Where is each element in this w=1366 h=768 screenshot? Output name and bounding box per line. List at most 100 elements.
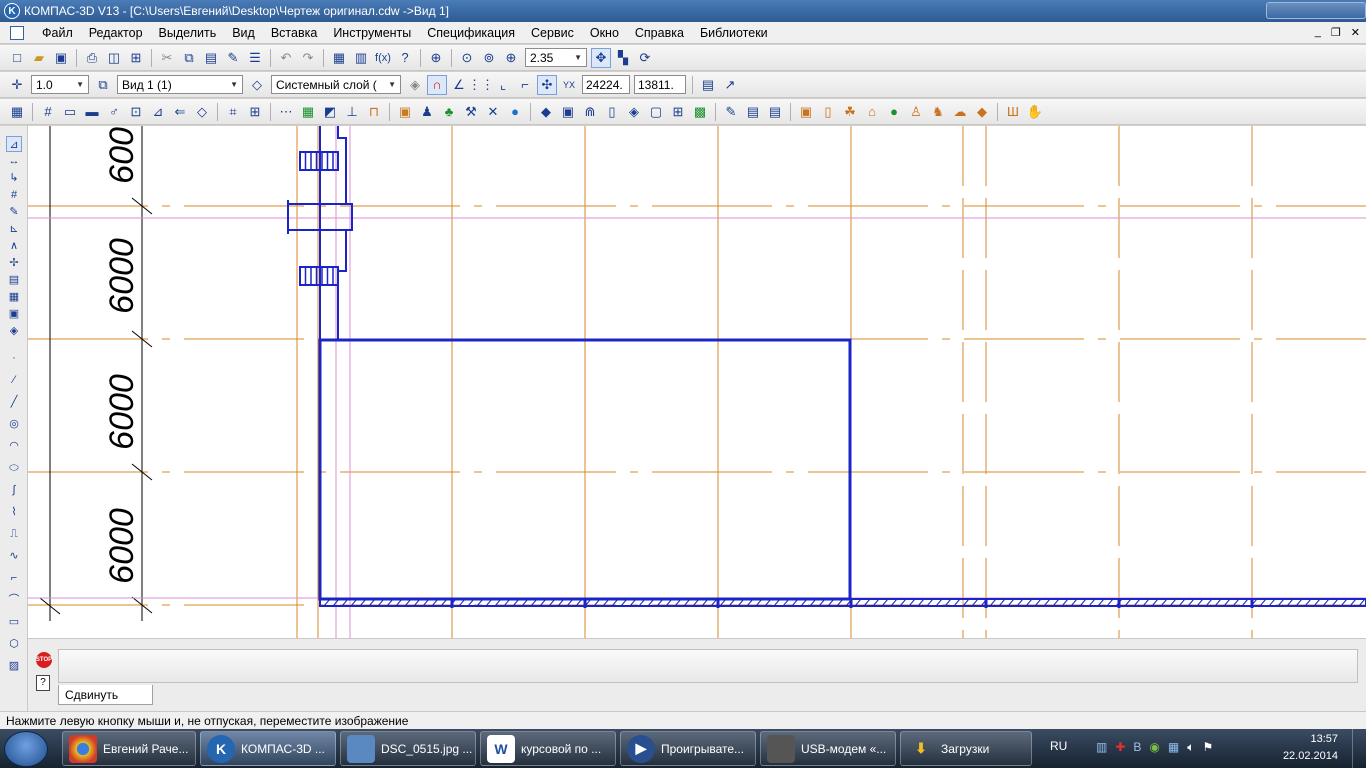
doc2-icon[interactable]: ▤ <box>765 102 785 122</box>
document-icon[interactable] <box>10 25 24 40</box>
param-tool-icon[interactable]: ⊾ <box>6 221 22 237</box>
layer-icon[interactable]: ◇ <box>247 75 267 95</box>
local-cs-icon[interactable]: ⌞ <box>493 75 513 95</box>
hatch-icon[interactable]: ▦ <box>7 102 27 122</box>
arrow-left-icon[interactable]: ⇐ <box>170 102 190 122</box>
spreadsheet-icon[interactable]: ▦ <box>298 102 318 122</box>
dimensions-icon[interactable]: ↔ <box>6 153 22 169</box>
doc-icon[interactable]: ▤ <box>743 102 763 122</box>
marker-icon[interactable]: ⊥ <box>342 102 362 122</box>
menu-editor[interactable]: Редактор <box>81 26 151 40</box>
parameters-icon[interactable]: ▤ <box>698 75 718 95</box>
paste-icon[interactable]: ▤ <box>201 48 221 68</box>
grid-icon[interactable]: ⋮⋮ <box>468 75 494 95</box>
fence-icon[interactable]: ⊓ <box>364 102 384 122</box>
antivirus-icon[interactable]: ✚ <box>1115 740 1125 755</box>
pipe-icon[interactable]: ⋯ <box>276 102 296 122</box>
help-pointer-icon[interactable]: ? <box>395 48 415 68</box>
nvidia-icon[interactable]: ◉ <box>1149 740 1159 755</box>
column-icon[interactable]: ⊡ <box>126 102 146 122</box>
house-icon[interactable]: ⌂ <box>862 102 882 122</box>
drawing-canvas[interactable]: 6000 6000 6000 6000 <box>28 126 1366 638</box>
snap-angle-icon[interactable]: ∠ <box>449 75 469 95</box>
properties-icon[interactable]: ☰ <box>245 48 265 68</box>
tools-icon[interactable]: ⚒ <box>461 102 481 122</box>
drawing-svg[interactable]: 6000 6000 6000 6000 <box>28 126 1366 638</box>
menu-window[interactable]: Окно <box>582 26 627 40</box>
manager-icon[interactable]: ⊞ <box>126 48 146 68</box>
redo-icon[interactable]: ↷ <box>298 48 318 68</box>
menu-file[interactable]: Файл <box>34 26 81 40</box>
segment-icon[interactable]: ╱ <box>6 394 22 410</box>
furniture-icon[interactable]: ▣ <box>796 102 816 122</box>
print-icon[interactable]: ⎙ <box>82 48 102 68</box>
zoom-all-icon[interactable]: ⊕ <box>426 48 446 68</box>
menu-insert[interactable]: Вставка <box>263 26 325 40</box>
save-icon[interactable]: ▣ <box>51 48 71 68</box>
snap-magnet-icon[interactable]: ∩ <box>427 74 447 95</box>
rectangle-icon[interactable]: ▭ <box>6 614 22 630</box>
format-brush-icon[interactable]: ✎ <box>223 48 243 68</box>
chamfer-icon[interactable]: ⌐ <box>6 570 22 586</box>
zoom-window-icon[interactable]: ⊙ <box>457 48 477 68</box>
pencil-icon[interactable]: ✎ <box>721 102 741 122</box>
start-button[interactable] <box>4 731 48 767</box>
zoom-in-icon[interactable]: ⊕ <box>501 48 521 68</box>
view-3d-icon[interactable]: ◆ <box>536 102 556 122</box>
image-lib-icon[interactable]: ▩ <box>690 102 710 122</box>
ellipse-icon[interactable]: ⬭ <box>6 460 22 476</box>
geometry-icon[interactable]: ⊿ <box>6 136 22 152</box>
mdi-restore-button[interactable]: ❐ <box>1331 26 1341 39</box>
network-icon[interactable]: ▥ <box>1096 740 1107 755</box>
edit-tool-icon[interactable]: ✎ <box>6 204 22 220</box>
clock-date[interactable]: 22.02.2014 <box>1283 750 1338 762</box>
ortho-icon[interactable]: ⌐ <box>515 75 535 95</box>
room-icon[interactable]: ⌗ <box>223 102 243 122</box>
animal-icon[interactable]: ♞ <box>928 102 948 122</box>
layer-combo[interactable]: Системный слой (▼ <box>271 75 401 94</box>
box-plus-icon[interactable]: ⊞ <box>668 102 688 122</box>
stairs-icon[interactable]: ⊿ <box>148 102 168 122</box>
view-icon[interactable]: ⧉ <box>93 75 113 95</box>
menu-specification[interactable]: Спецификация <box>419 26 523 40</box>
open-folder-icon[interactable]: ▰ <box>29 48 49 68</box>
mdi-minimize-button[interactable]: _ <box>1315 26 1321 39</box>
notation-icon[interactable]: ↳ <box>6 170 22 186</box>
undo-icon[interactable]: ↶ <box>276 48 296 68</box>
wall-icon[interactable]: ▭ <box>60 102 80 122</box>
bezier-icon[interactable]: ⌇ <box>6 504 22 520</box>
copy-icon[interactable]: ⧉ <box>179 48 199 68</box>
circle-icon[interactable]: ◎ <box>6 416 22 432</box>
report-tool-icon[interactable]: ▦ <box>6 289 22 305</box>
arch-icon[interactable]: ⋒ <box>580 102 600 122</box>
task-image[interactable]: DSC_0515.jpg ... <box>340 731 476 766</box>
fillet-icon[interactable]: ⌒ <box>6 592 22 608</box>
tree-green-icon[interactable]: ● <box>884 102 904 122</box>
menu-tools[interactable]: Инструменты <box>325 26 419 40</box>
cube-icon[interactable]: ◈ <box>624 102 644 122</box>
menu-service[interactable]: Сервис <box>523 26 582 40</box>
people-icon[interactable]: ♟ <box>417 102 437 122</box>
measure-tool-icon[interactable]: ∧ <box>6 238 22 254</box>
menu-view[interactable]: Вид <box>224 26 263 40</box>
clock-time[interactable]: 13:57 <box>1310 733 1338 745</box>
frame-icon[interactable]: ▣ <box>558 102 578 122</box>
roof-icon[interactable]: ◆ <box>972 102 992 122</box>
task-media-player[interactable]: ▶ Проигрывате... <box>620 731 756 766</box>
cylinder-icon[interactable]: ▯ <box>602 102 622 122</box>
tree-icon[interactable]: ▦ <box>329 48 349 68</box>
menu-select[interactable]: Выделить <box>151 26 225 40</box>
arc-icon[interactable]: ◠ <box>6 438 22 454</box>
settings-icon[interactable]: ✕ <box>483 102 503 122</box>
grid-tool-icon[interactable]: # <box>6 187 22 203</box>
task-usb-modem[interactable]: USB-модем «... <box>760 731 896 766</box>
zoom-combo[interactable]: 2.35 ▼ <box>525 48 587 67</box>
task-word[interactable]: W курсовой по ... <box>480 731 616 766</box>
mdi-close-button[interactable]: ✕ <box>1351 26 1360 39</box>
person-icon[interactable]: ♙ <box>906 102 926 122</box>
fence-lib-icon[interactable]: Ш <box>1003 102 1023 122</box>
bench-icon[interactable]: ☘ <box>840 102 860 122</box>
library-icon[interactable]: ▣ <box>395 102 415 122</box>
coord-x-field[interactable]: 24224. <box>582 75 630 94</box>
cloud-icon[interactable]: ☁ <box>950 102 970 122</box>
